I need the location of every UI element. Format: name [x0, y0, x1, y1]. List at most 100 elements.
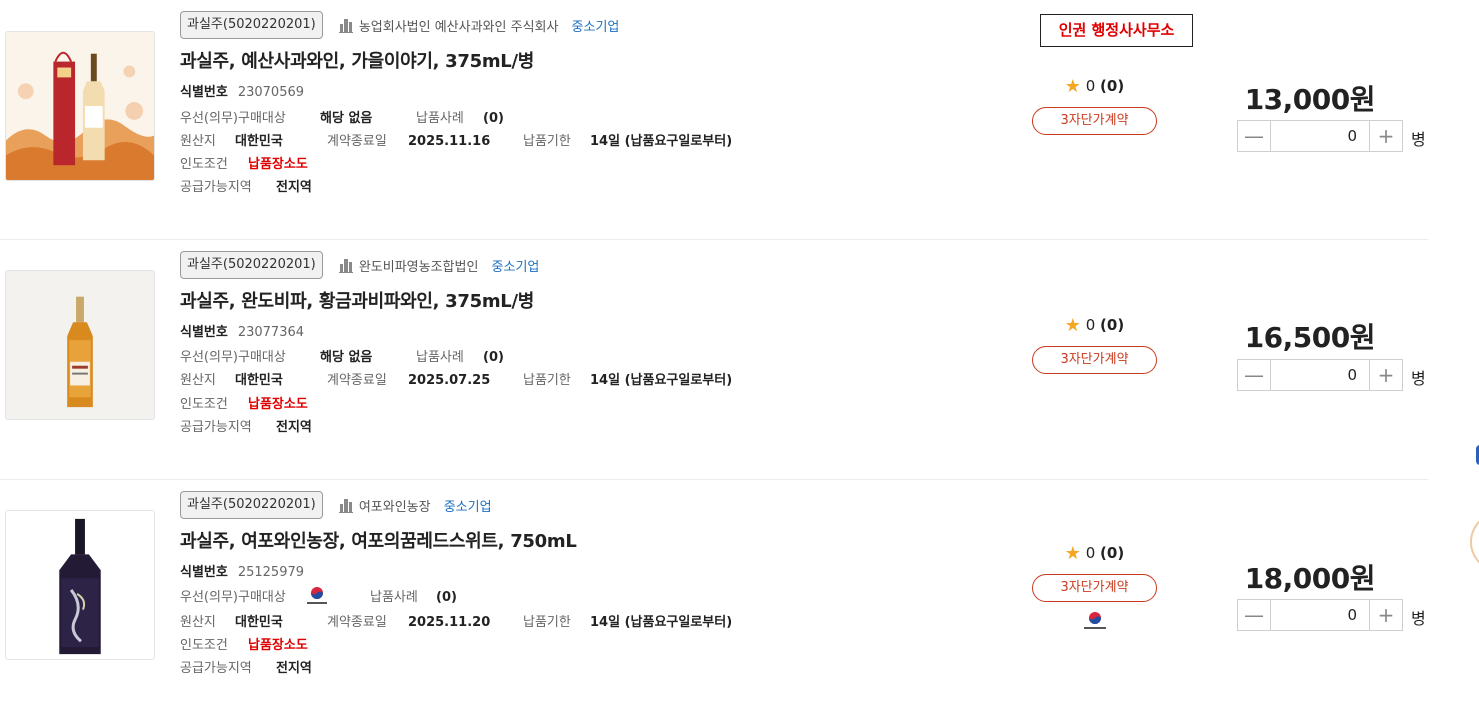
unit-label: 병	[1411, 369, 1426, 388]
product-row-3: 과실주(5020220201) 여포와인농장 중소기업 과실주, 여포와인농장,…	[0, 480, 1428, 711]
region-value: 전지역	[276, 420, 312, 435]
origin-value: 대한민국	[235, 373, 283, 388]
plus-icon[interactable]: +	[1369, 360, 1402, 390]
origin-value: 대한민국	[235, 615, 283, 630]
priority-value: 해당 없음	[320, 111, 373, 126]
category-badge[interactable]: 과실주(5020220201)	[180, 491, 323, 519]
contract-end-label: 계약종료일	[327, 134, 387, 149]
delivery-label: 인도조건	[180, 638, 228, 653]
rating-count: (0)	[1100, 316, 1125, 334]
region-label: 공급가능지역	[180, 420, 252, 435]
priority-label: 우선(의무)구매대상	[180, 590, 286, 605]
deadline-label: 납품기한	[523, 373, 571, 388]
cases-label: 납품사례	[416, 350, 464, 365]
origin-value: 대한민국	[235, 134, 283, 149]
category-badge[interactable]: 과실주(5020220201)	[180, 251, 323, 279]
priority-label: 우선(의무)구매대상	[180, 350, 286, 365]
id-label: 식별번호	[180, 565, 228, 580]
category-badge[interactable]: 과실주(5020220201)	[180, 11, 323, 39]
origin-label: 원산지	[180, 615, 216, 630]
product-image[interactable]	[5, 510, 155, 660]
product-title[interactable]: 과실주, 예산사과와인, 가을이야기, 375mL/병	[180, 47, 534, 73]
contract-type-button[interactable]: 3자단가계약	[1032, 574, 1157, 602]
deadline-label: 납품기한	[523, 615, 571, 630]
rating-count: (0)	[1100, 77, 1125, 95]
building-icon	[338, 498, 353, 513]
floating-button-edge[interactable]	[1470, 512, 1479, 572]
region-value: 전지역	[276, 180, 312, 195]
cases-label: 납품사례	[370, 590, 418, 605]
contract-end-value: 2025.07.25	[408, 373, 491, 388]
product-image[interactable]	[5, 270, 155, 420]
quantity-stepper[interactable]: — 0 +	[1237, 359, 1403, 391]
contract-end-value: 2025.11.20	[408, 615, 491, 630]
quantity-input[interactable]: 0	[1271, 360, 1369, 390]
company-label: 여포와인농장	[358, 499, 431, 515]
priority-label: 우선(의무)구매대상	[180, 111, 286, 126]
product-image[interactable]	[5, 31, 155, 181]
delivery-value[interactable]: 납품장소도	[248, 155, 308, 175]
company-name[interactable]: 농업회사법인 예산사과와인 주식회사	[338, 16, 558, 35]
korea-seal-icon	[1083, 612, 1106, 629]
product-row-1: 과실주(5020220201) 농업회사법인 예산사과와인 주식회사 중소기업 …	[0, 0, 1428, 240]
sme-label: 중소기업	[443, 499, 492, 515]
id-value: 23070569	[237, 85, 305, 100]
id-value: 23077364	[237, 325, 305, 340]
region-label: 공급가능지역	[180, 180, 252, 195]
korea-seal-icon	[305, 585, 329, 610]
minus-icon[interactable]: —	[1238, 360, 1271, 390]
building-icon	[338, 258, 353, 273]
unit-label: 병	[1411, 130, 1426, 149]
delivery-value[interactable]: 납품장소도	[248, 395, 308, 415]
origin-label: 원산지	[180, 373, 216, 388]
rating: ★ 0 (0)	[1032, 543, 1157, 564]
price: 16,500원	[1244, 321, 1376, 354]
star-icon: ★	[1064, 543, 1081, 564]
product-photo	[6, 271, 154, 419]
delivery-value[interactable]: 납품장소도	[248, 636, 308, 656]
id-label: 식별번호	[180, 85, 228, 100]
product-photo	[6, 511, 154, 659]
rating-block: ★ 0 (0) 3자단가계약	[1032, 76, 1157, 135]
cases-value[interactable]: (0)	[483, 348, 504, 368]
plus-icon[interactable]: +	[1369, 121, 1402, 151]
quantity-stepper[interactable]: — 0 +	[1237, 599, 1403, 631]
product-title[interactable]: 과실주, 완도비파, 황금과비파와인, 375mL/병	[180, 287, 534, 313]
quantity-input[interactable]: 0	[1271, 121, 1369, 151]
quantity-input[interactable]: 0	[1271, 600, 1369, 630]
building-icon	[338, 18, 353, 33]
cases-value[interactable]: (0)	[436, 588, 457, 608]
minus-icon[interactable]: —	[1238, 121, 1271, 151]
rating-block: ★ 0 (0) 3자단가계약	[1032, 543, 1157, 632]
unit-label: 병	[1411, 609, 1426, 628]
plus-icon[interactable]: +	[1369, 600, 1402, 630]
origin-label: 원산지	[180, 134, 216, 149]
company-label: 완도비파영농조합법인	[358, 259, 479, 275]
cases-value[interactable]: (0)	[483, 109, 504, 129]
sme-label: 중소기업	[491, 259, 540, 275]
rating-score: 0	[1085, 316, 1096, 334]
rating-block: ★ 0 (0) 3자단가계약	[1032, 315, 1157, 374]
contract-end-label: 계약종료일	[327, 373, 387, 388]
region-value: 전지역	[276, 661, 312, 676]
company-name[interactable]: 완도비파영농조합법인	[338, 256, 479, 275]
product-title[interactable]: 과실주, 여포와인농장, 여포의꿈레드스위트, 750mL	[180, 527, 577, 553]
cases-label: 납품사례	[416, 111, 464, 126]
rating: ★ 0 (0)	[1032, 76, 1157, 97]
rating: ★ 0 (0)	[1032, 315, 1157, 336]
rating-count: (0)	[1100, 544, 1125, 562]
product-row-2: 과실주(5020220201) 완도비파영농조합법인 중소기업 과실주, 완도비…	[0, 240, 1428, 480]
quantity-stepper[interactable]: — 0 +	[1237, 120, 1403, 152]
id-row: 식별번호 25125979	[180, 561, 304, 580]
delivery-label: 인도조건	[180, 157, 228, 172]
minus-icon[interactable]: —	[1238, 600, 1271, 630]
id-label: 식별번호	[180, 325, 228, 340]
contract-type-button[interactable]: 3자단가계약	[1032, 107, 1157, 135]
price: 18,000원	[1244, 562, 1376, 595]
delivery-label: 인도조건	[180, 397, 228, 412]
contract-type-button[interactable]: 3자단가계약	[1032, 346, 1157, 374]
id-row: 식별번호 23070569	[180, 81, 304, 100]
deadline-value: 14일 (납품요구일로부터)	[590, 373, 733, 388]
contract-end-value: 2025.11.16	[408, 134, 491, 149]
company-name[interactable]: 여포와인농장	[338, 496, 431, 515]
